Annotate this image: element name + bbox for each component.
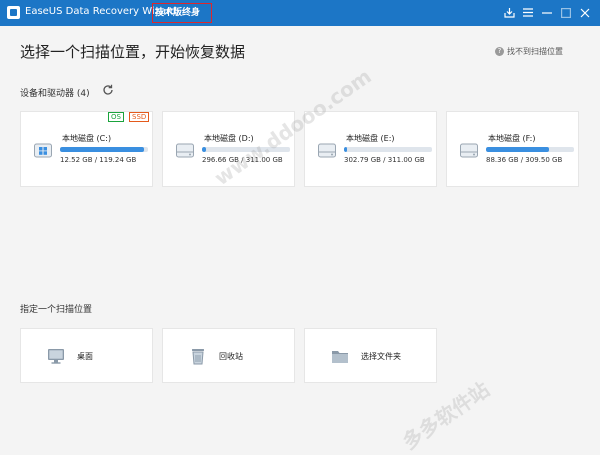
drive-card-f[interactable]: 本地磁盘 (F:) 88.36 GB / 309.50 GB bbox=[446, 111, 579, 187]
drive-size: 296.66 GB / 311.00 GB bbox=[202, 156, 283, 164]
help-link-label: 找不到扫描位置 bbox=[507, 47, 563, 56]
drive-usage-fill bbox=[202, 147, 207, 152]
hard-drive-icon bbox=[176, 143, 194, 158]
ssd-tag: SSD bbox=[129, 112, 150, 122]
drive-usage-fill bbox=[486, 147, 550, 152]
location-card-recycle-bin[interactable]: 回收站 bbox=[162, 328, 295, 383]
drive-usage-fill bbox=[344, 147, 347, 152]
app-logo-icon bbox=[7, 6, 20, 19]
drive-name: 本地磁盘 (D:) bbox=[204, 134, 254, 143]
recycle-bin-icon bbox=[192, 349, 204, 365]
drive-usage-bar bbox=[344, 147, 432, 152]
location-label: 桌面 bbox=[77, 352, 93, 361]
os-tag: OS bbox=[108, 112, 124, 122]
desktop-icon bbox=[48, 349, 64, 364]
page-title: 选择一个扫描位置，开始恢复数据 bbox=[20, 43, 246, 61]
drive-card-e[interactable]: 本地磁盘 (E:) 302.79 GB / 311.00 GB bbox=[304, 111, 437, 187]
minimize-icon[interactable] bbox=[539, 4, 555, 21]
title-bar: EaseUS Data Recovery Wizard 技术版终身 bbox=[0, 0, 600, 26]
maximize-icon[interactable] bbox=[558, 4, 574, 21]
devices-section-title: 设备和驱动器 (4) bbox=[20, 89, 90, 99]
drive-size: 12.52 GB / 119.24 GB bbox=[60, 156, 137, 164]
watermark: 多多软件站 bbox=[398, 377, 494, 455]
location-card-desktop[interactable]: 桌面 bbox=[20, 328, 153, 383]
locations-section-title: 指定一个扫描位置 bbox=[20, 305, 93, 315]
folder-icon bbox=[332, 351, 348, 363]
refresh-icon[interactable] bbox=[102, 84, 114, 96]
drive-size: 88.36 GB / 309.50 GB bbox=[486, 156, 563, 164]
windows-drive-icon bbox=[34, 143, 52, 158]
drive-card-d[interactable]: 本地磁盘 (D:) 296.66 GB / 311.00 GB bbox=[162, 111, 295, 187]
drive-name: 本地磁盘 (F:) bbox=[488, 134, 536, 143]
drive-name: 本地磁盘 (C:) bbox=[62, 134, 112, 143]
location-label: 选择文件夹 bbox=[361, 352, 401, 361]
menu-icon[interactable] bbox=[520, 4, 536, 21]
drive-size: 302.79 GB / 311.00 GB bbox=[344, 156, 425, 164]
close-icon[interactable] bbox=[577, 4, 593, 21]
drive-usage-bar bbox=[60, 147, 148, 152]
export-icon[interactable] bbox=[501, 4, 517, 21]
location-card-folder[interactable]: 选择文件夹 bbox=[304, 328, 437, 383]
location-label: 回收站 bbox=[219, 352, 243, 361]
drive-name: 本地磁盘 (E:) bbox=[346, 134, 395, 143]
help-link[interactable]: ? 找不到扫描位置 bbox=[495, 46, 563, 57]
drive-usage-fill bbox=[60, 147, 144, 152]
drive-usage-bar bbox=[202, 147, 290, 152]
help-icon: ? bbox=[495, 47, 504, 56]
edition-badge: 技术版终身 bbox=[152, 3, 212, 23]
hard-drive-icon bbox=[318, 143, 336, 158]
drive-card-c[interactable]: OS SSD 本地磁盘 (C:) 12.52 GB / 119.24 GB bbox=[20, 111, 153, 187]
hard-drive-icon bbox=[460, 143, 478, 158]
drive-usage-bar bbox=[486, 147, 574, 152]
